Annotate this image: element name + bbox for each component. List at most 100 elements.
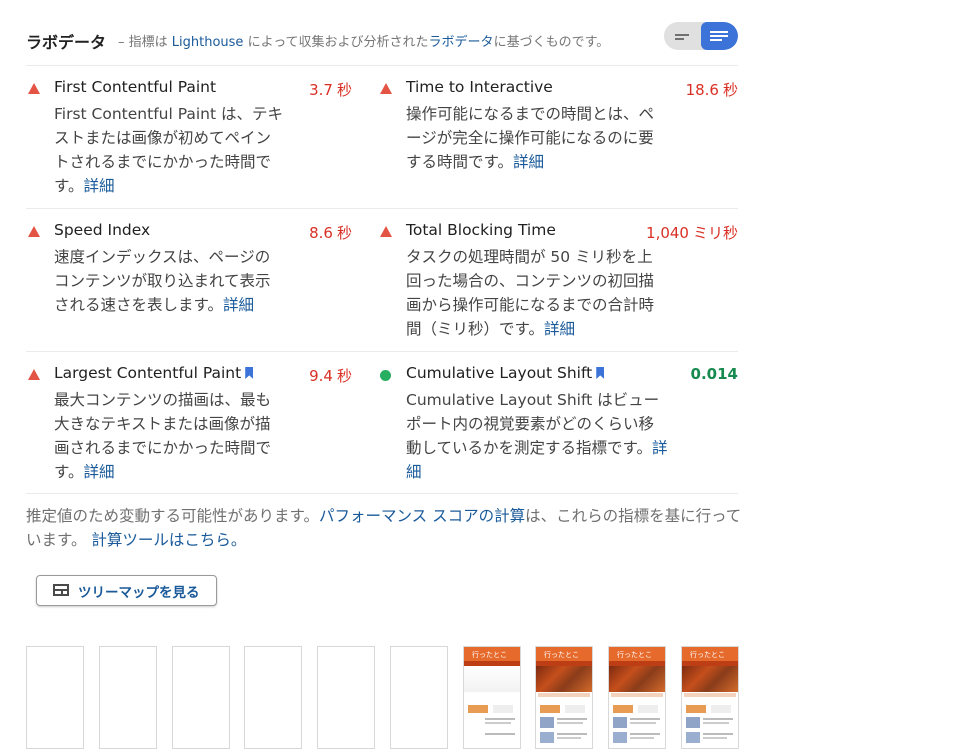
thumb-image — [540, 732, 554, 743]
metric-description: 操作可能になるまでの時間とは、ページが完全に操作可能になるのに要する時間です。詳… — [406, 102, 668, 174]
thumb-image — [540, 717, 554, 728]
thumb-text-line — [703, 733, 733, 735]
bookmark-icon — [596, 367, 605, 379]
metric-value: 0.014 — [691, 365, 738, 383]
metric-value-number: 9.4 — [309, 367, 333, 385]
lighthouse-link[interactable]: Lighthouse — [172, 35, 244, 50]
metric-value-number: 0.014 — [690, 365, 738, 383]
desc-middle: によって収集および分析された — [247, 35, 429, 50]
thumb-text-line — [703, 737, 727, 739]
treemap-icon — [53, 584, 69, 596]
metric-name-text: Largest Contentful Paint — [54, 364, 242, 382]
expanded-view-button[interactable] — [701, 22, 738, 50]
metric-value: 3.7 秒 — [309, 79, 352, 100]
thumb-image — [613, 732, 627, 743]
thumb-button — [493, 705, 513, 713]
thumb-button — [613, 705, 633, 713]
score-calculation-link[interactable]: パフォーマンス スコアの計算 — [319, 507, 525, 525]
view-toggle — [664, 22, 738, 50]
filmstrip: 行ったところ。 行ったところ。 行ったところ。 — [26, 646, 739, 753]
metric-value-number: 8.6 — [309, 224, 333, 242]
filmstrip-frame: 行ったところ。 — [681, 646, 739, 749]
metric-value-number: 1,040 — [646, 224, 689, 242]
learn-more-link[interactable]: 詳細 — [544, 320, 575, 338]
expanded-view-icon — [710, 31, 728, 41]
thumb-text-line — [630, 737, 654, 739]
thumb-text-line — [630, 733, 660, 735]
thumb-text-line — [557, 737, 581, 739]
thumb-text-line — [485, 718, 515, 720]
view-treemap-button[interactable]: ツリーマップを見る — [36, 575, 217, 606]
thumb-button — [540, 705, 560, 713]
metric-value-unit: 秒 — [336, 81, 352, 99]
fail-triangle-icon — [28, 83, 40, 94]
metric-name: Largest Contentful Paint — [54, 364, 254, 382]
metric-name: Time to Interactive — [406, 78, 553, 96]
thumb-site-header: 行ったところ。 — [682, 647, 738, 669]
metric-value-number: 18.6 — [685, 81, 719, 99]
thumb-hero-image — [682, 666, 738, 692]
metric-description: 最大コンテンツの描画は、最も大きなテキストまたは画像が描画されるまでにかかった時… — [54, 388, 284, 484]
lab-data-header: ラボデータ – 指標は Lighthouse によって収集および分析されたラボデ… — [26, 28, 738, 52]
metric-value-unit: ミリ秒 — [692, 224, 738, 242]
thumb-band — [611, 693, 663, 697]
thumb-hero-loading — [464, 666, 520, 692]
metric-value-unit: 秒 — [336, 224, 352, 242]
thumb-image — [686, 732, 700, 743]
metric-name: First Contentful Paint — [54, 78, 217, 96]
learn-more-link[interactable]: 詳細 — [83, 177, 114, 195]
filmstrip-frame: 行ったところ。 — [608, 646, 666, 749]
compact-view-button[interactable] — [664, 22, 701, 50]
fail-triangle-icon — [28, 369, 40, 380]
fail-triangle-icon — [380, 83, 392, 94]
metrics-row: Speed Index 8.6 秒 速度インデックスは、ページのコンテンツが取り込… — [26, 208, 738, 351]
metrics-grid: First Contentful Paint 3.7 秒 First Conten… — [26, 65, 738, 494]
bookmark-icon — [245, 367, 254, 379]
metric-value: 9.4 秒 — [309, 365, 352, 386]
metric-name: Total Blocking Time — [406, 221, 556, 239]
pass-circle-icon — [380, 370, 391, 381]
calculator-link[interactable]: 計算ツールはこちら。 — [91, 531, 246, 549]
metric-value-number: 3.7 — [309, 81, 333, 99]
learn-more-link[interactable]: 詳細 — [513, 153, 544, 171]
desc-suffix: に基づくものです。 — [493, 35, 610, 50]
thumb-hero-image — [536, 666, 592, 692]
filmstrip-frame-blank — [26, 646, 84, 749]
learn-more-link[interactable]: 詳細 — [223, 296, 254, 314]
lab-data-link[interactable]: ラボデータ — [429, 35, 494, 50]
thumb-text-line — [557, 733, 587, 735]
thumb-text-line — [703, 722, 729, 724]
note-prefix: 推定値のため変動する可能性があります。 — [26, 507, 319, 525]
filmstrip-frame-blank — [99, 646, 157, 749]
section-title: ラボデータ — [26, 33, 107, 52]
metric-name: Speed Index — [54, 221, 151, 239]
metric-value-unit: 秒 — [722, 81, 738, 99]
thumb-text-line — [557, 722, 583, 724]
thumb-hero-image — [609, 666, 665, 692]
section-description: – 指標は Lighthouse によって収集および分析されたラボデータに基づく… — [118, 31, 609, 50]
filmstrip-frame: 行ったところ。 — [463, 646, 521, 749]
thumb-image — [613, 717, 627, 728]
thumb-text-line — [703, 718, 733, 720]
thumb-text-line — [557, 718, 587, 720]
fail-triangle-icon — [380, 226, 392, 237]
estimate-note: 推定値のため変動する可能性があります。パフォーマンス スコアの計算は、これらの指… — [26, 504, 742, 552]
filmstrip-frame-blank — [390, 646, 448, 749]
learn-more-link[interactable]: 詳細 — [83, 463, 114, 481]
filmstrip-frame-blank — [317, 646, 375, 749]
view-treemap-label: ツリーマップを見る — [78, 585, 200, 601]
thumb-text-line — [630, 722, 656, 724]
thumb-button — [686, 705, 706, 713]
metric-description: First Contentful Paint は、テキストまたは画像が初めてペイ… — [54, 102, 284, 198]
metric-description-text: タスクの処理時間が 50 ミリ秒を上回った場合の、コンテンツの初回描画から操作可… — [406, 248, 655, 338]
thumb-band — [684, 693, 736, 697]
metric-name-text: Cumulative Layout Shift — [406, 364, 593, 382]
filmstrip-frame: 行ったところ。 — [535, 646, 593, 749]
metric-name: Cumulative Layout Shift — [406, 364, 605, 382]
metric-value: 1,040 ミリ秒 — [646, 222, 738, 243]
thumb-text-line — [630, 718, 660, 720]
metric-value-unit: 秒 — [336, 367, 352, 385]
filmstrip-frame-blank — [172, 646, 230, 749]
thumb-site-header: 行ったところ。 — [464, 647, 520, 669]
metrics-row: First Contentful Paint 3.7 秒 First Conten… — [26, 65, 738, 208]
